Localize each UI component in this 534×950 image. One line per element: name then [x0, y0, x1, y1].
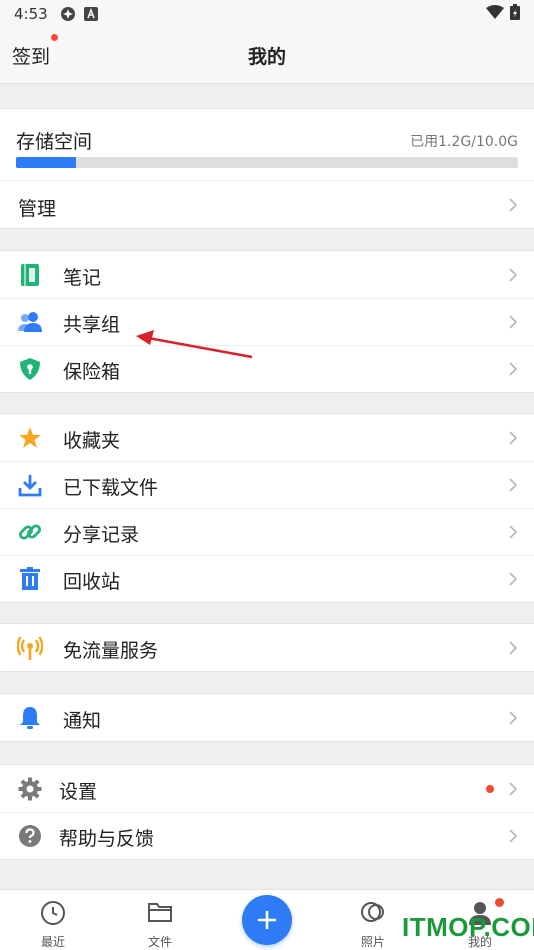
chevron-right-icon: [509, 315, 518, 329]
storage-title: 存储空间: [16, 131, 93, 153]
manage-row[interactable]: 管理: [0, 180, 534, 230]
settings-badge-dot: [486, 785, 494, 793]
tab-label: 照片: [360, 935, 385, 949]
status-bar: 4:53: [0, 0, 534, 28]
notebook-icon: [17, 262, 43, 288]
shield-lock-icon: [17, 356, 43, 382]
traffic-section: 免流量服务: [0, 623, 534, 672]
menu-item-label: 通知: [63, 710, 102, 732]
menu-item-share-records[interactable]: 分享记录: [0, 508, 534, 555]
tools-section: 笔记 共享组 保险箱: [0, 250, 534, 393]
users-icon: [17, 309, 43, 335]
tab-photos[interactable]: 照片: [343, 900, 403, 950]
signal-icon: [17, 635, 43, 661]
chevron-right-icon: [509, 478, 518, 492]
tab-recent[interactable]: 最近: [23, 900, 83, 950]
bell-icon: [17, 705, 43, 731]
chevron-right-icon: [509, 362, 518, 376]
folder-icon: [130, 900, 190, 926]
menu-item-share-group[interactable]: 共享组: [0, 298, 534, 345]
menu-item-label: 分享记录: [63, 524, 140, 546]
menu-item-free-traffic[interactable]: 免流量服务: [0, 624, 534, 671]
star-icon: [17, 425, 43, 451]
mine-badge-dot: [495, 898, 504, 907]
chevron-right-icon: [509, 829, 518, 843]
top-bar: 签到 我的: [0, 28, 534, 84]
menu-item-label: 收藏夹: [63, 430, 121, 452]
menu-item-notes[interactable]: 笔记: [0, 251, 534, 298]
tab-files[interactable]: 文件: [130, 900, 190, 950]
notification-a-icon: [83, 7, 98, 21]
files-section: 收藏夹 已下载文件 分享记录 回收站: [0, 413, 534, 603]
storage-progress-fill: [16, 157, 77, 168]
battery-icon: [510, 4, 520, 24]
wifi-icon: [486, 5, 504, 23]
download-icon: [17, 472, 43, 498]
chevron-right-icon: [509, 268, 518, 282]
storage-progress-bar: [16, 157, 518, 168]
notify-section: 通知: [0, 693, 534, 742]
menu-item-help-feedback[interactable]: 帮助与反馈: [0, 812, 534, 859]
chevron-right-icon: [509, 711, 518, 725]
menu-item-label: 笔记: [63, 267, 102, 289]
menu-item-settings[interactable]: 设置: [0, 765, 534, 812]
gear-icon: [17, 776, 43, 802]
menu-item-label: 设置: [59, 781, 98, 803]
menu-item-downloads[interactable]: 已下载文件: [0, 461, 534, 508]
clock-icon: [23, 900, 83, 926]
chevron-right-icon: [509, 782, 518, 796]
menu-item-label: 共享组: [63, 314, 121, 336]
add-button[interactable]: [242, 895, 292, 945]
chevron-right-icon: [509, 431, 518, 445]
storage-section: 存储空间 已用1.2G/10.0G 管理: [0, 108, 534, 229]
tab-label: 最近: [40, 935, 65, 949]
page-title: 我的: [247, 46, 286, 68]
menu-item-notifications[interactable]: 通知: [0, 694, 534, 741]
plus-icon: [258, 911, 276, 929]
menu-item-favorites[interactable]: 收藏夹: [0, 414, 534, 461]
tab-label: 文件: [147, 935, 172, 949]
settings-section: 设置 帮助与反馈: [0, 764, 534, 860]
photos-icon: [343, 900, 403, 926]
trash-icon: [17, 566, 43, 592]
menu-item-label: 回收站: [63, 571, 121, 593]
menu-item-label: 免流量服务: [63, 640, 159, 662]
menu-item-safe-box[interactable]: 保险箱: [0, 345, 534, 392]
storage-used-text: 已用1.2G/10.0G: [410, 134, 518, 150]
menu-item-label: 保险箱: [63, 361, 121, 383]
watermark: ITMOP.COM: [402, 912, 534, 942]
link-icon: [17, 519, 43, 545]
checkin-badge-dot: [51, 34, 58, 41]
question-icon: [17, 823, 43, 849]
chevron-right-icon: [509, 572, 518, 586]
manage-label: 管理: [18, 198, 57, 220]
chevron-right-icon: [509, 641, 518, 655]
menu-item-label: 已下载文件: [63, 477, 159, 499]
app-status-icon: [60, 6, 76, 22]
chevron-right-icon: [509, 525, 518, 539]
status-time: 4:53: [14, 5, 48, 23]
menu-item-recycle-bin[interactable]: 回收站: [0, 555, 534, 602]
menu-item-label: 帮助与反馈: [59, 828, 155, 850]
chevron-right-icon: [509, 198, 518, 212]
